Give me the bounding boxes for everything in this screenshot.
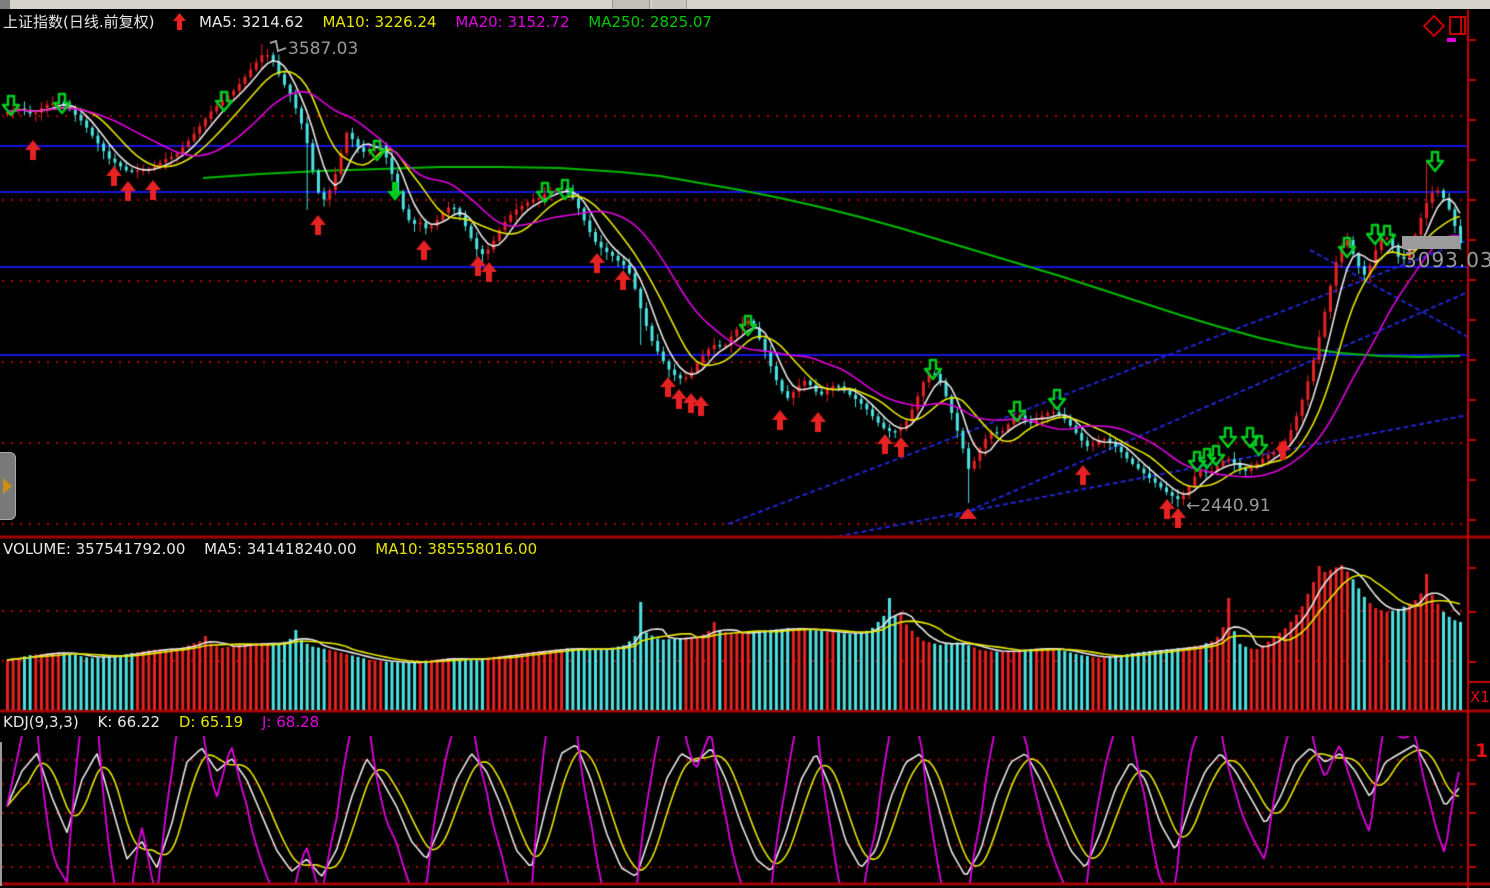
trough-price-label: ←2440.91 [1186,496,1271,516]
trend-up-arrow-icon [173,13,191,31]
left-edge-strip [0,742,2,886]
magenta-marker-icon [1447,38,1456,42]
volume-ma10-value: MA10: 385558016.00 [375,540,537,558]
chart-title: 上证指数(日线.前复权) [3,13,154,31]
strip-segment[interactable] [652,0,687,9]
volume-pane-header: VOLUME: 357541792.00 MA5: 341418240.00 M… [3,540,551,558]
strip-left-block [0,0,10,9]
peak-price-label: 3587.03 [288,39,358,59]
ma20-value: MA20: 3152.72 [455,13,569,31]
kdj-j-value: J: 68.28 [262,713,319,731]
split-window-icon-divider [1460,18,1462,33]
main-chart-header: 上证指数(日线.前复权) MA5: 3214.62 MA10: 3226.24 … [3,11,726,32]
ma10-value: MA10: 3226.24 [322,13,436,31]
kdj-d-value: D: 65.19 [179,713,243,731]
stock-app-window: 上证指数(日线.前复权) MA5: 3214.62 MA10: 3226.24 … [0,0,1490,888]
sidebar-expand-tab[interactable] [0,452,16,520]
split-window-icon[interactable] [1449,16,1466,35]
expand-arrow-icon [3,478,12,494]
volume-value: VOLUME: 357541792.00 [3,540,185,558]
volume-ma5-value: MA5: 341418240.00 [204,540,356,558]
strip-segment[interactable] [612,0,650,9]
kdj-label: KDJ(9,3,3) [3,713,79,731]
last-price-label: 3093.03 [1404,248,1490,272]
chart-canvas[interactable] [0,0,1490,888]
kdj-axis-scale-label: 1 [1475,740,1488,762]
kdj-k-value: K: 66.22 [97,713,160,731]
ma250-value: MA250: 2825.07 [588,13,712,31]
window-top-strip [0,0,1490,9]
ma5-value: MA5: 3214.62 [199,13,304,31]
kdj-pane-header: KDJ(9,3,3) K: 66.22 D: 65.19 J: 68.28 [3,713,333,731]
volume-axis-unit-label: X1 [1470,688,1490,706]
peak-callout-line [266,38,288,57]
